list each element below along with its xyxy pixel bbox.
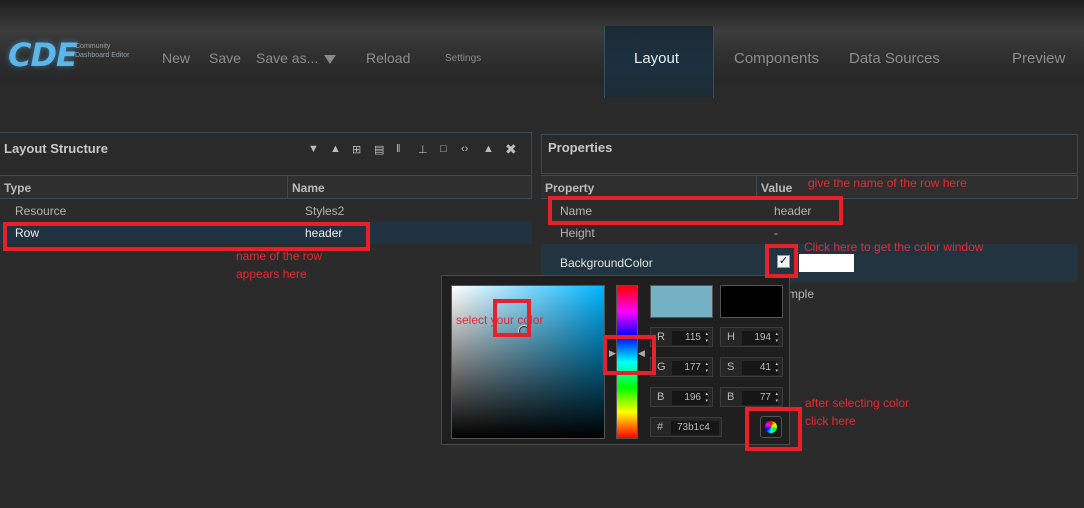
logo-subtitle: Community Dashboard Editor	[75, 43, 130, 59]
properties-header	[541, 134, 1078, 174]
add-row-icon[interactable]: ▤	[374, 143, 384, 156]
settings-button[interactable]: Settings	[445, 53, 481, 64]
blue-label: B	[657, 391, 665, 403]
annotation-box-submit	[745, 407, 802, 451]
red-field[interactable]: R 115	[650, 327, 713, 347]
apply-template-icon[interactable]: ▲	[483, 143, 494, 155]
green-label: G	[657, 361, 666, 373]
current-color-swatch	[720, 285, 783, 318]
red-label: R	[657, 331, 665, 343]
property-height-value[interactable]: -	[774, 226, 778, 240]
new-color-swatch	[650, 285, 713, 318]
brightness-value[interactable]: 77	[742, 391, 778, 405]
annotation-box-name	[548, 196, 843, 225]
layout-row-name[interactable]: Styles2	[305, 204, 344, 218]
hex-field[interactable]: #73b1c4	[650, 417, 722, 437]
saturation-field[interactable]: S 41	[720, 357, 783, 377]
cde-editor-window: { "logo": {"brand": "CDE", "subtitle": "…	[0, 0, 1084, 508]
property-bgcolor-label: BackgroundColor	[560, 256, 653, 270]
hue-label: H	[727, 331, 735, 343]
add-resource-icon[interactable]: ⊞	[352, 143, 361, 156]
properties-title: Properties	[548, 140, 613, 155]
brightness-field[interactable]: B 77	[720, 387, 783, 407]
delete-icon[interactable]: ✖	[505, 141, 517, 158]
logo-mark: CDE	[8, 36, 78, 74]
note-after-select: after selecting color click here	[805, 396, 910, 428]
save-button[interactable]: Save	[209, 50, 241, 66]
save-as-button[interactable]: Save as...	[256, 50, 318, 66]
hex-value[interactable]: 73b1c4	[671, 421, 719, 435]
bgcolor-value-field[interactable]	[799, 254, 854, 272]
tab-layout[interactable]: Layout	[634, 50, 679, 67]
tab-preview[interactable]: Preview	[1012, 50, 1065, 67]
green-field[interactable]: G 177	[650, 357, 713, 377]
layout-structure-title: Layout Structure	[4, 141, 109, 156]
hex-label: #	[657, 421, 664, 433]
saturation-value[interactable]: 41	[742, 361, 778, 375]
brightness-label: B	[727, 391, 735, 403]
add-html-icon[interactable]: ‹›	[461, 143, 468, 155]
column-name-header[interactable]: Name	[288, 175, 532, 199]
hue-value[interactable]: 194	[742, 331, 778, 345]
new-button[interactable]: New	[162, 50, 190, 66]
partial-label: mple	[788, 287, 815, 301]
note-color-window: Click here to get the color window	[804, 240, 984, 254]
move-up-icon[interactable]: ▲	[330, 143, 341, 155]
note-select-color: select your color	[456, 313, 544, 327]
add-space-icon[interactable]: ⊥	[418, 143, 428, 156]
column-type-header[interactable]: Type	[0, 175, 288, 199]
property-height-label: Height	[560, 226, 595, 240]
reload-button[interactable]: Reload	[366, 50, 410, 66]
layout-row-type[interactable]: Resource	[15, 204, 66, 218]
annotation-box-checkbox	[765, 244, 798, 278]
note-name: give the name of the row here	[808, 176, 967, 190]
green-value[interactable]: 177	[672, 361, 708, 375]
tab-data-sources[interactable]: Data Sources	[849, 50, 940, 67]
blue-field[interactable]: B 196	[650, 387, 713, 407]
red-value[interactable]: 115	[672, 331, 708, 345]
tab-components[interactable]: Components	[734, 50, 819, 67]
more-dropdown-icon[interactable]	[324, 55, 336, 64]
add-image-icon[interactable]: □	[440, 143, 447, 155]
move-down-icon[interactable]: ▼	[308, 143, 319, 155]
add-columns-icon[interactable]: ‖	[396, 143, 401, 155]
note-row-name: name of the row appears here	[236, 249, 323, 281]
blue-value[interactable]: 196	[672, 391, 708, 405]
annotation-box-hue	[603, 335, 656, 375]
hue-field[interactable]: H 194	[720, 327, 783, 347]
saturation-label: S	[727, 361, 735, 373]
